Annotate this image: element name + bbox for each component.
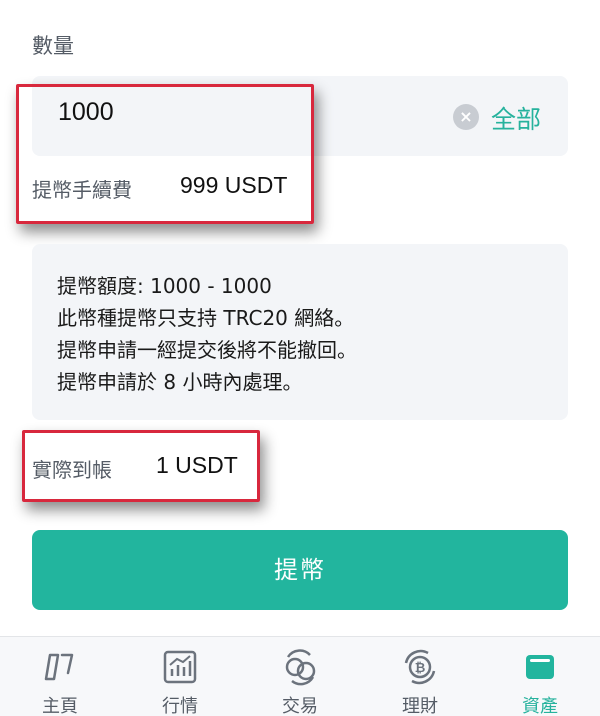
tab-market[interactable]: 行情: [120, 637, 240, 716]
info-line: 提幣額度: 1000 - 1000: [57, 274, 272, 298]
info-line: 提幣申請一經提交後將不能撤回。: [57, 338, 357, 362]
home-icon: [44, 653, 74, 681]
svg-text:₿: ₿: [415, 661, 426, 676]
tab-label: 主頁: [42, 696, 78, 716]
all-button[interactable]: 全部: [491, 100, 541, 136]
tab-label: 理財: [402, 696, 438, 716]
tab-label: 資產: [522, 696, 558, 716]
tab-home[interactable]: 主頁: [0, 637, 120, 716]
tab-trade[interactable]: 交易: [240, 637, 360, 716]
info-line: 提幣申請於 8 小時內處理。: [57, 370, 303, 394]
tab-label: 行情: [162, 696, 198, 716]
withdraw-submit-button[interactable]: 提幣: [32, 530, 568, 610]
tab-assets[interactable]: 資產: [480, 637, 600, 716]
bottom-tab-bar: 主頁 行情 交易 ₿ 理財 資產: [0, 636, 600, 716]
withdraw-info-box: 提幣額度: 1000 - 1000 此幣種提幣只支持 TRC20 網絡。 提幣申…: [32, 244, 568, 420]
info-line: 此幣種提幣只支持 TRC20 網絡。: [57, 306, 355, 330]
tab-label: 交易: [282, 696, 318, 716]
clear-icon[interactable]: ×: [453, 104, 479, 130]
wallet-icon: [526, 655, 554, 679]
highlight-box-fee: [16, 84, 314, 224]
bitcoin-finance-icon: ₿: [404, 649, 436, 685]
quantity-label: 數量: [32, 34, 74, 58]
market-chart-icon: [163, 650, 197, 684]
highlight-box-received: [22, 430, 260, 502]
tab-finance[interactable]: ₿ 理財: [360, 637, 480, 716]
trade-exchange-icon: [285, 649, 316, 686]
